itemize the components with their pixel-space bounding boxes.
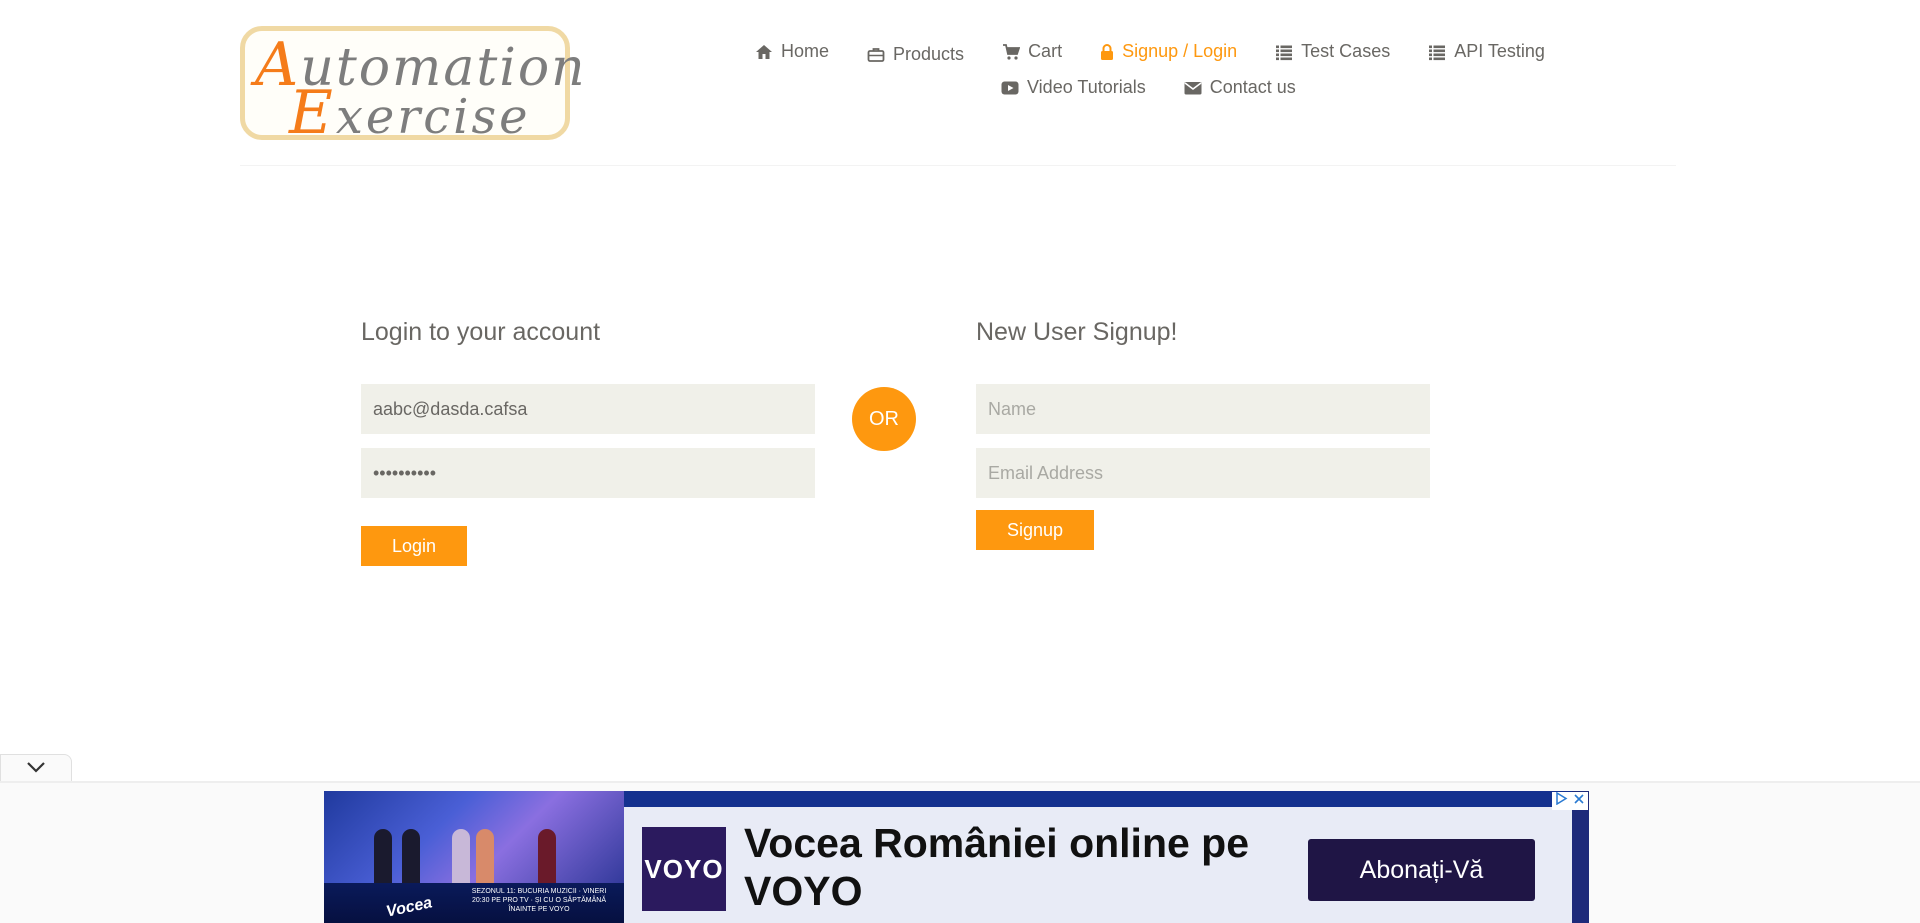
nav-item-signup-login[interactable]: Signup / Login bbox=[1100, 41, 1237, 62]
login-button[interactable]: Login bbox=[361, 526, 467, 566]
nav-item-products[interactable]: Products bbox=[867, 44, 964, 65]
nav-label-products: Products bbox=[893, 44, 965, 64]
nav-label-api-testing: API Testing bbox=[1454, 41, 1545, 61]
ad-top-strip bbox=[624, 791, 1572, 807]
nav-item-contact-us[interactable]: Contact us bbox=[1184, 77, 1296, 98]
list-icon bbox=[1428, 43, 1446, 61]
ad-headline: Vocea României online pe VOYO bbox=[744, 820, 1250, 914]
nav-item-home[interactable]: Home bbox=[755, 41, 829, 62]
nav-label-signup-login: Signup / Login bbox=[1122, 41, 1238, 61]
nav-label-contact-us: Contact us bbox=[1209, 77, 1296, 97]
adchoices-icon[interactable] bbox=[1555, 791, 1568, 810]
close-icon[interactable] bbox=[1573, 792, 1585, 810]
voyo-logo: VOYO bbox=[642, 827, 726, 911]
shopping-cart-icon bbox=[1002, 43, 1021, 61]
home-icon bbox=[755, 43, 773, 61]
ad-subscribe-button[interactable]: Abonați-Vă bbox=[1308, 839, 1535, 901]
nav-item-video-tutorials[interactable]: Video Tutorials bbox=[1001, 77, 1146, 98]
signup-form-title: New User Signup! bbox=[976, 318, 1178, 346]
or-divider: OR bbox=[852, 387, 916, 451]
login-form-title: Login to your account bbox=[361, 318, 601, 346]
ad-choices bbox=[1552, 791, 1588, 810]
chevron-down-icon bbox=[25, 760, 47, 779]
nav-label-video-tutorials: Video Tutorials bbox=[1027, 77, 1146, 97]
nav-label-home: Home bbox=[781, 41, 830, 61]
ad-content-panel: VOYO Vocea României online pe VOYO Abona… bbox=[624, 807, 1572, 923]
signup-email-input[interactable] bbox=[976, 448, 1430, 498]
nav-row-primary: Home Products Cart Signup / Login Test C… bbox=[755, 38, 1545, 65]
site-logo[interactable]: Automation Exercise bbox=[240, 26, 585, 145]
youtube-play-icon bbox=[1001, 79, 1019, 97]
nav-item-cart[interactable]: Cart bbox=[1002, 41, 1062, 62]
nav-label-cart: Cart bbox=[1028, 41, 1063, 61]
logo-line-2: Exercise bbox=[289, 78, 531, 148]
ad-image: SEZONUL 11: BUCURIA MUZICII · VINERI 20:… bbox=[324, 791, 624, 923]
header-divider bbox=[240, 165, 1676, 166]
nav-label-test-cases: Test Cases bbox=[1301, 41, 1391, 61]
login-email-input[interactable] bbox=[361, 384, 815, 434]
signup-button[interactable]: Signup bbox=[976, 510, 1094, 550]
nav-item-api-testing[interactable]: API Testing bbox=[1428, 41, 1545, 62]
lock-icon bbox=[1100, 43, 1114, 61]
ad-image-caption: SEZONUL 11: BUCURIA MUZICII · VINERI 20:… bbox=[471, 888, 607, 913]
briefcase-icon bbox=[867, 46, 885, 64]
envelope-icon bbox=[1184, 79, 1202, 97]
list-icon bbox=[1275, 43, 1293, 61]
voyo-banner-ad[interactable]: SEZONUL 11: BUCURIA MUZICII · VINERI 20:… bbox=[324, 791, 1589, 923]
signup-name-input[interactable] bbox=[976, 384, 1430, 434]
nav-item-test-cases[interactable]: Test Cases bbox=[1275, 41, 1390, 62]
nav-row-secondary: Video Tutorials Contact us bbox=[1001, 77, 1296, 98]
ad-collapse-toggle[interactable] bbox=[0, 754, 72, 784]
login-password-input[interactable] bbox=[361, 448, 815, 498]
